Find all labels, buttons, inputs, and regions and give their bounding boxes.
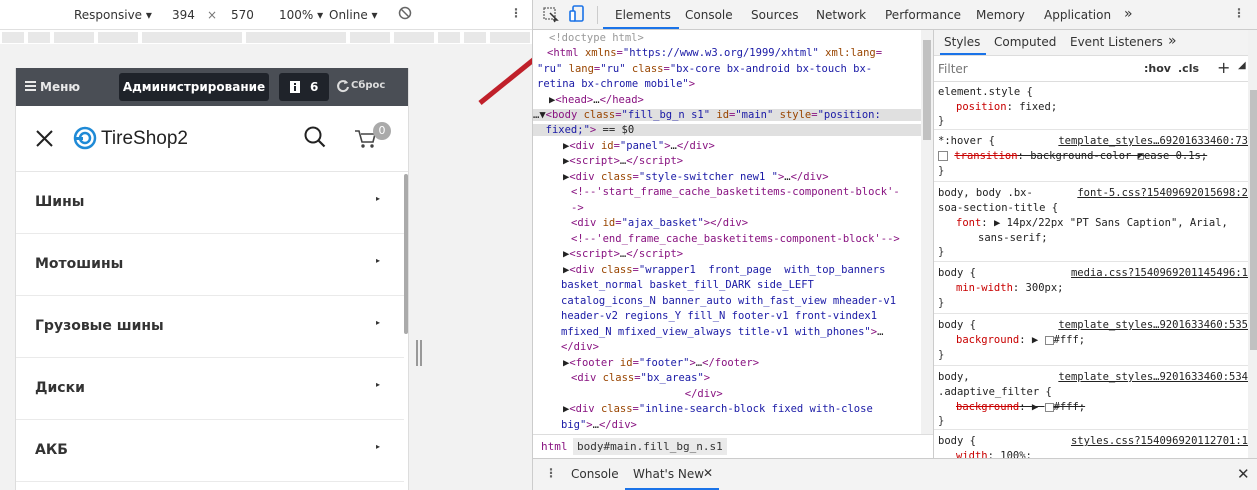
styles-tabbar: Styles Computed Event Listeners » [934, 30, 1257, 56]
network-select[interactable]: Online ▾ [329, 8, 378, 22]
chevron-right-icon: ▸ [376, 442, 381, 451]
tab-styles[interactable]: Styles [944, 35, 980, 49]
style-rule-body-minwidth[interactable]: body { media.css?1540969201145496:1 min-… [934, 262, 1252, 314]
more-tabs-button[interactable]: » [1124, 6, 1133, 22]
tab-network[interactable]: Network [816, 8, 866, 22]
devtools-tabbar: Elements Console Sources Network Perform… [533, 0, 1257, 30]
hov-toggle[interactable]: :hov [1144, 62, 1171, 75]
divider [597, 6, 598, 24]
elements-tree[interactable]: <!doctype html> <html xmlns="https://www… [533, 30, 933, 434]
device-mode-label: Responsive [74, 8, 143, 22]
hamburger-icon[interactable] [25, 80, 36, 95]
devtools-drawer: ⋮ Console What's New ✕ ✕ [533, 458, 1257, 490]
devtools-panel: Elements Console Sources Network Perform… [532, 0, 1257, 490]
style-rule-element[interactable]: element.style { position: fixed; } [934, 82, 1252, 130]
nav-item-label: Мотошины [35, 256, 124, 272]
media-query-ruler [0, 30, 532, 44]
tab-console[interactable]: Console [685, 8, 733, 22]
breadcrumb-body[interactable]: body#main.fill_bg_n.s1 [573, 438, 727, 455]
nav-item-label: Шины [35, 194, 85, 210]
chevron-right-icon: ▸ [376, 318, 381, 327]
chevron-right-icon: ▸ [376, 256, 381, 265]
tab-memory[interactable]: Memory [976, 8, 1025, 22]
height-input[interactable]: 570 [231, 8, 254, 22]
search-icon[interactable] [304, 126, 326, 151]
nav-item-tires[interactable]: Шины ▸ [16, 172, 404, 234]
emulated-page: Меню Администрирование 6 Сброс TireShop2… [15, 68, 409, 490]
resize-handle[interactable] [415, 340, 423, 368]
nav-item-label: АКБ [35, 442, 68, 458]
device-toolbar: Responsive ▾ 394 × 570 100% ▾ Online ▾ ⋮ [0, 0, 532, 30]
refresh-icon[interactable] [336, 79, 350, 96]
active-tab-indicator [603, 27, 679, 29]
tab-computed[interactable]: Computed [994, 35, 1056, 49]
site-logo-text[interactable]: TireShop2 [101, 128, 188, 150]
notification-count: 6 [310, 80, 319, 94]
tab-sources[interactable]: Sources [751, 8, 798, 22]
close-tab-icon[interactable]: ✕ [703, 466, 713, 480]
tab-event-listeners[interactable]: Event Listeners [1070, 35, 1163, 49]
styles-scrollbar[interactable] [1248, 30, 1257, 458]
style-rule-adaptive-filter[interactable]: body, template_styles…9201633460:534 .ad… [934, 366, 1252, 430]
style-rule-body-font[interactable]: body, body .bx- font-5.css?1540969201569… [934, 182, 1252, 262]
inspect-element-icon[interactable] [543, 7, 559, 26]
elements-scrollbar[interactable] [921, 30, 933, 434]
network-label: Online [329, 8, 368, 22]
nav-item-truck-tires[interactable]: Грузовые шины ▸ [16, 296, 404, 358]
more-options-icon[interactable]: ⋮ [510, 6, 522, 20]
breadcrumb-html[interactable]: html [541, 440, 568, 453]
new-rule-button[interactable]: + [1217, 58, 1230, 77]
device-mode-select[interactable]: Responsive ▾ [74, 8, 152, 22]
scrollbar-thumb[interactable] [1250, 90, 1257, 350]
logo-icon[interactable] [73, 126, 97, 153]
site-header: TireShop2 0 [16, 106, 408, 172]
more-tabs-button[interactable]: » [1168, 33, 1177, 49]
breadcrumb: html body#main.fill_bg_n.s1 [533, 434, 933, 458]
nav-item-label: Грузовые шины [35, 318, 164, 334]
nav-item-wheels[interactable]: Диски ▸ [16, 358, 404, 420]
nav-item-moto-tires[interactable]: Мотошины ▸ [16, 234, 404, 296]
reset-cache-button[interactable]: Сброс [351, 80, 385, 91]
devtools-menu-icon[interactable]: ⋮ [1233, 6, 1245, 20]
scrollbar-thumb[interactable] [404, 174, 408, 334]
cls-toggle[interactable]: .cls [1178, 62, 1199, 75]
tab-elements[interactable]: Elements [615, 8, 671, 22]
style-rule-body-width[interactable]: body { styles.css?154096920112701:1 widt… [934, 430, 1252, 458]
style-rule-body-background[interactable]: body { template_styles…9201633460:535 ba… [934, 314, 1252, 366]
zoom-label: 100% [279, 8, 314, 22]
styles-pane: Styles Computed Event Listeners » :hov .… [933, 30, 1257, 458]
notification-icon [289, 80, 301, 97]
close-icon[interactable] [36, 130, 53, 150]
scrollbar-thumb[interactable] [923, 40, 931, 140]
admin-bar: Меню Администрирование 6 Сброс [16, 68, 408, 106]
styles-filter-bar: :hov .cls + ◢ [934, 56, 1257, 82]
times-sign: × [207, 8, 218, 22]
page-scrollbar[interactable] [403, 172, 408, 490]
zoom-select[interactable]: 100% ▾ [279, 8, 323, 22]
rotate-icon[interactable] [398, 5, 412, 24]
drawer-menu-icon[interactable]: ⋮ [545, 466, 557, 480]
nav-item-batteries[interactable]: АКБ ▸ [16, 420, 404, 482]
tab-performance[interactable]: Performance [885, 8, 961, 22]
element-state-icon[interactable]: ◢ [1238, 60, 1246, 71]
style-rule-hover[interactable]: *:hover { template_styles…69201633460:73… [934, 130, 1252, 182]
filter-input[interactable] [938, 60, 1128, 78]
nav-item-label: Диски [35, 380, 85, 396]
administration-button[interactable]: Администрирование [119, 73, 269, 101]
cart-count-badge: 0 [373, 122, 391, 140]
device-toolbar-toggle-icon[interactable] [569, 5, 585, 26]
chevron-right-icon: ▸ [376, 380, 381, 389]
width-input[interactable]: 394 [172, 8, 195, 22]
close-drawer-icon[interactable]: ✕ [1237, 465, 1250, 483]
drawer-tab-whats-new[interactable]: What's New [633, 467, 704, 481]
chevron-right-icon: ▸ [376, 194, 381, 203]
tab-application[interactable]: Application [1044, 8, 1111, 22]
active-tab-indicator [940, 53, 986, 55]
drawer-tab-console[interactable]: Console [571, 467, 619, 481]
admin-menu-button[interactable]: Меню [40, 80, 80, 94]
notifications-button[interactable]: 6 [279, 73, 329, 101]
